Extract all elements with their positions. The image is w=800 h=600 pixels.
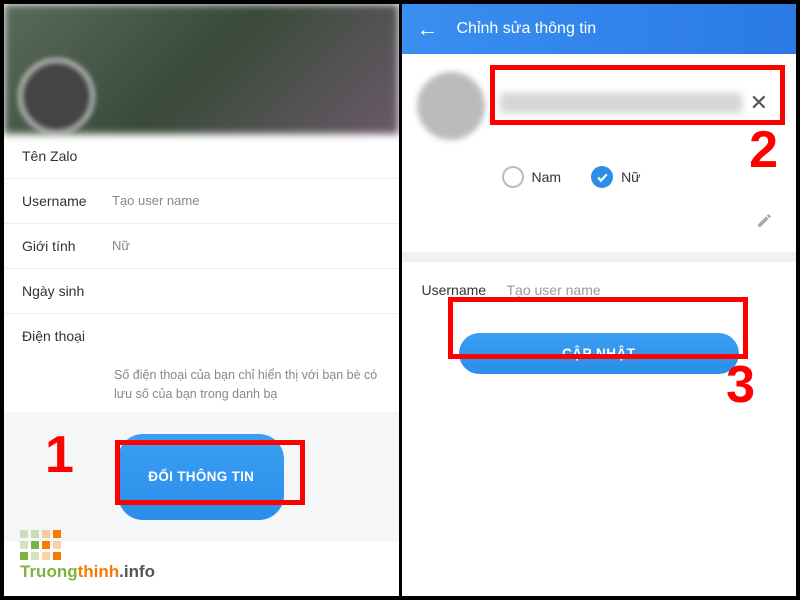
gender-female-label: Nữ: [621, 169, 640, 185]
watermark-text: Truongthinh.info: [20, 562, 155, 582]
username-placeholder[interactable]: Tạo user name: [507, 282, 601, 298]
gender-option-male[interactable]: Nam: [502, 166, 562, 188]
section-separator: [402, 252, 797, 262]
annotation-number-1: 1: [45, 425, 74, 485]
gender-label: Giới tính: [22, 238, 112, 254]
pencil-icon[interactable]: [756, 212, 773, 234]
radio-unchecked-icon: [502, 166, 524, 188]
phone-row: Điện thoại: [4, 314, 399, 358]
avatar[interactable]: [417, 72, 485, 140]
name-input[interactable]: [500, 93, 742, 113]
gender-value: Nữ: [112, 238, 381, 254]
annotation-number-3: 3: [726, 355, 755, 415]
gender-row: Giới tính Nữ: [4, 224, 399, 269]
birthday-row: Ngày sinh: [4, 269, 399, 314]
gender-radio-row: Nam Nữ: [417, 152, 782, 202]
edit-form-area: ✕ Nam Nữ: [402, 54, 797, 389]
change-info-button[interactable]: ĐỔI THÔNG TIN: [118, 434, 284, 520]
username-placeholder: Tạo user name: [112, 193, 381, 209]
left-screenshot-panel: Tên Zalo Username Tạo user name Giới tín…: [4, 4, 399, 596]
name-input-wrap: ✕: [500, 90, 777, 123]
avatar[interactable]: [19, 59, 94, 134]
gender-option-female[interactable]: Nữ: [591, 166, 640, 188]
name-label: Tên Zalo: [22, 148, 112, 164]
back-arrow-icon[interactable]: ←: [417, 16, 439, 42]
tutorial-container: Tên Zalo Username Tạo user name Giới tín…: [0, 0, 800, 600]
clear-name-icon[interactable]: ✕: [742, 90, 776, 116]
edit-header: ← Chỉnh sửa thông tin: [402, 4, 797, 54]
birthday-label: Ngày sinh: [22, 283, 112, 299]
radio-checked-icon: [591, 166, 613, 188]
username-edit-row: Username Tạo user name: [417, 262, 782, 318]
username-label: Username: [22, 193, 112, 209]
username-label: Username: [422, 282, 507, 298]
watermark-squares-icon: [20, 530, 70, 560]
name-edit-row: ✕: [417, 54, 782, 152]
profile-info-section: Tên Zalo Username Tạo user name Giới tín…: [4, 134, 399, 412]
gender-male-label: Nam: [532, 169, 562, 185]
phone-label: Điện thoại: [22, 328, 112, 344]
edit-birthday-row: [417, 202, 782, 252]
update-button[interactable]: CẬP NHẬT: [459, 333, 739, 374]
header-title: Chỉnh sửa thông tin: [457, 20, 597, 38]
annotation-number-2: 2: [749, 120, 778, 180]
name-row: Tên Zalo: [4, 134, 399, 179]
watermark-logo: Truongthinh.info: [20, 530, 155, 582]
username-row: Username Tạo user name: [4, 179, 399, 224]
phone-visibility-note: Số điện thoại của bạn chỉ hiển thị với b…: [4, 358, 399, 412]
right-screenshot-panel: ← Chỉnh sửa thông tin ✕ Nam: [402, 4, 797, 596]
